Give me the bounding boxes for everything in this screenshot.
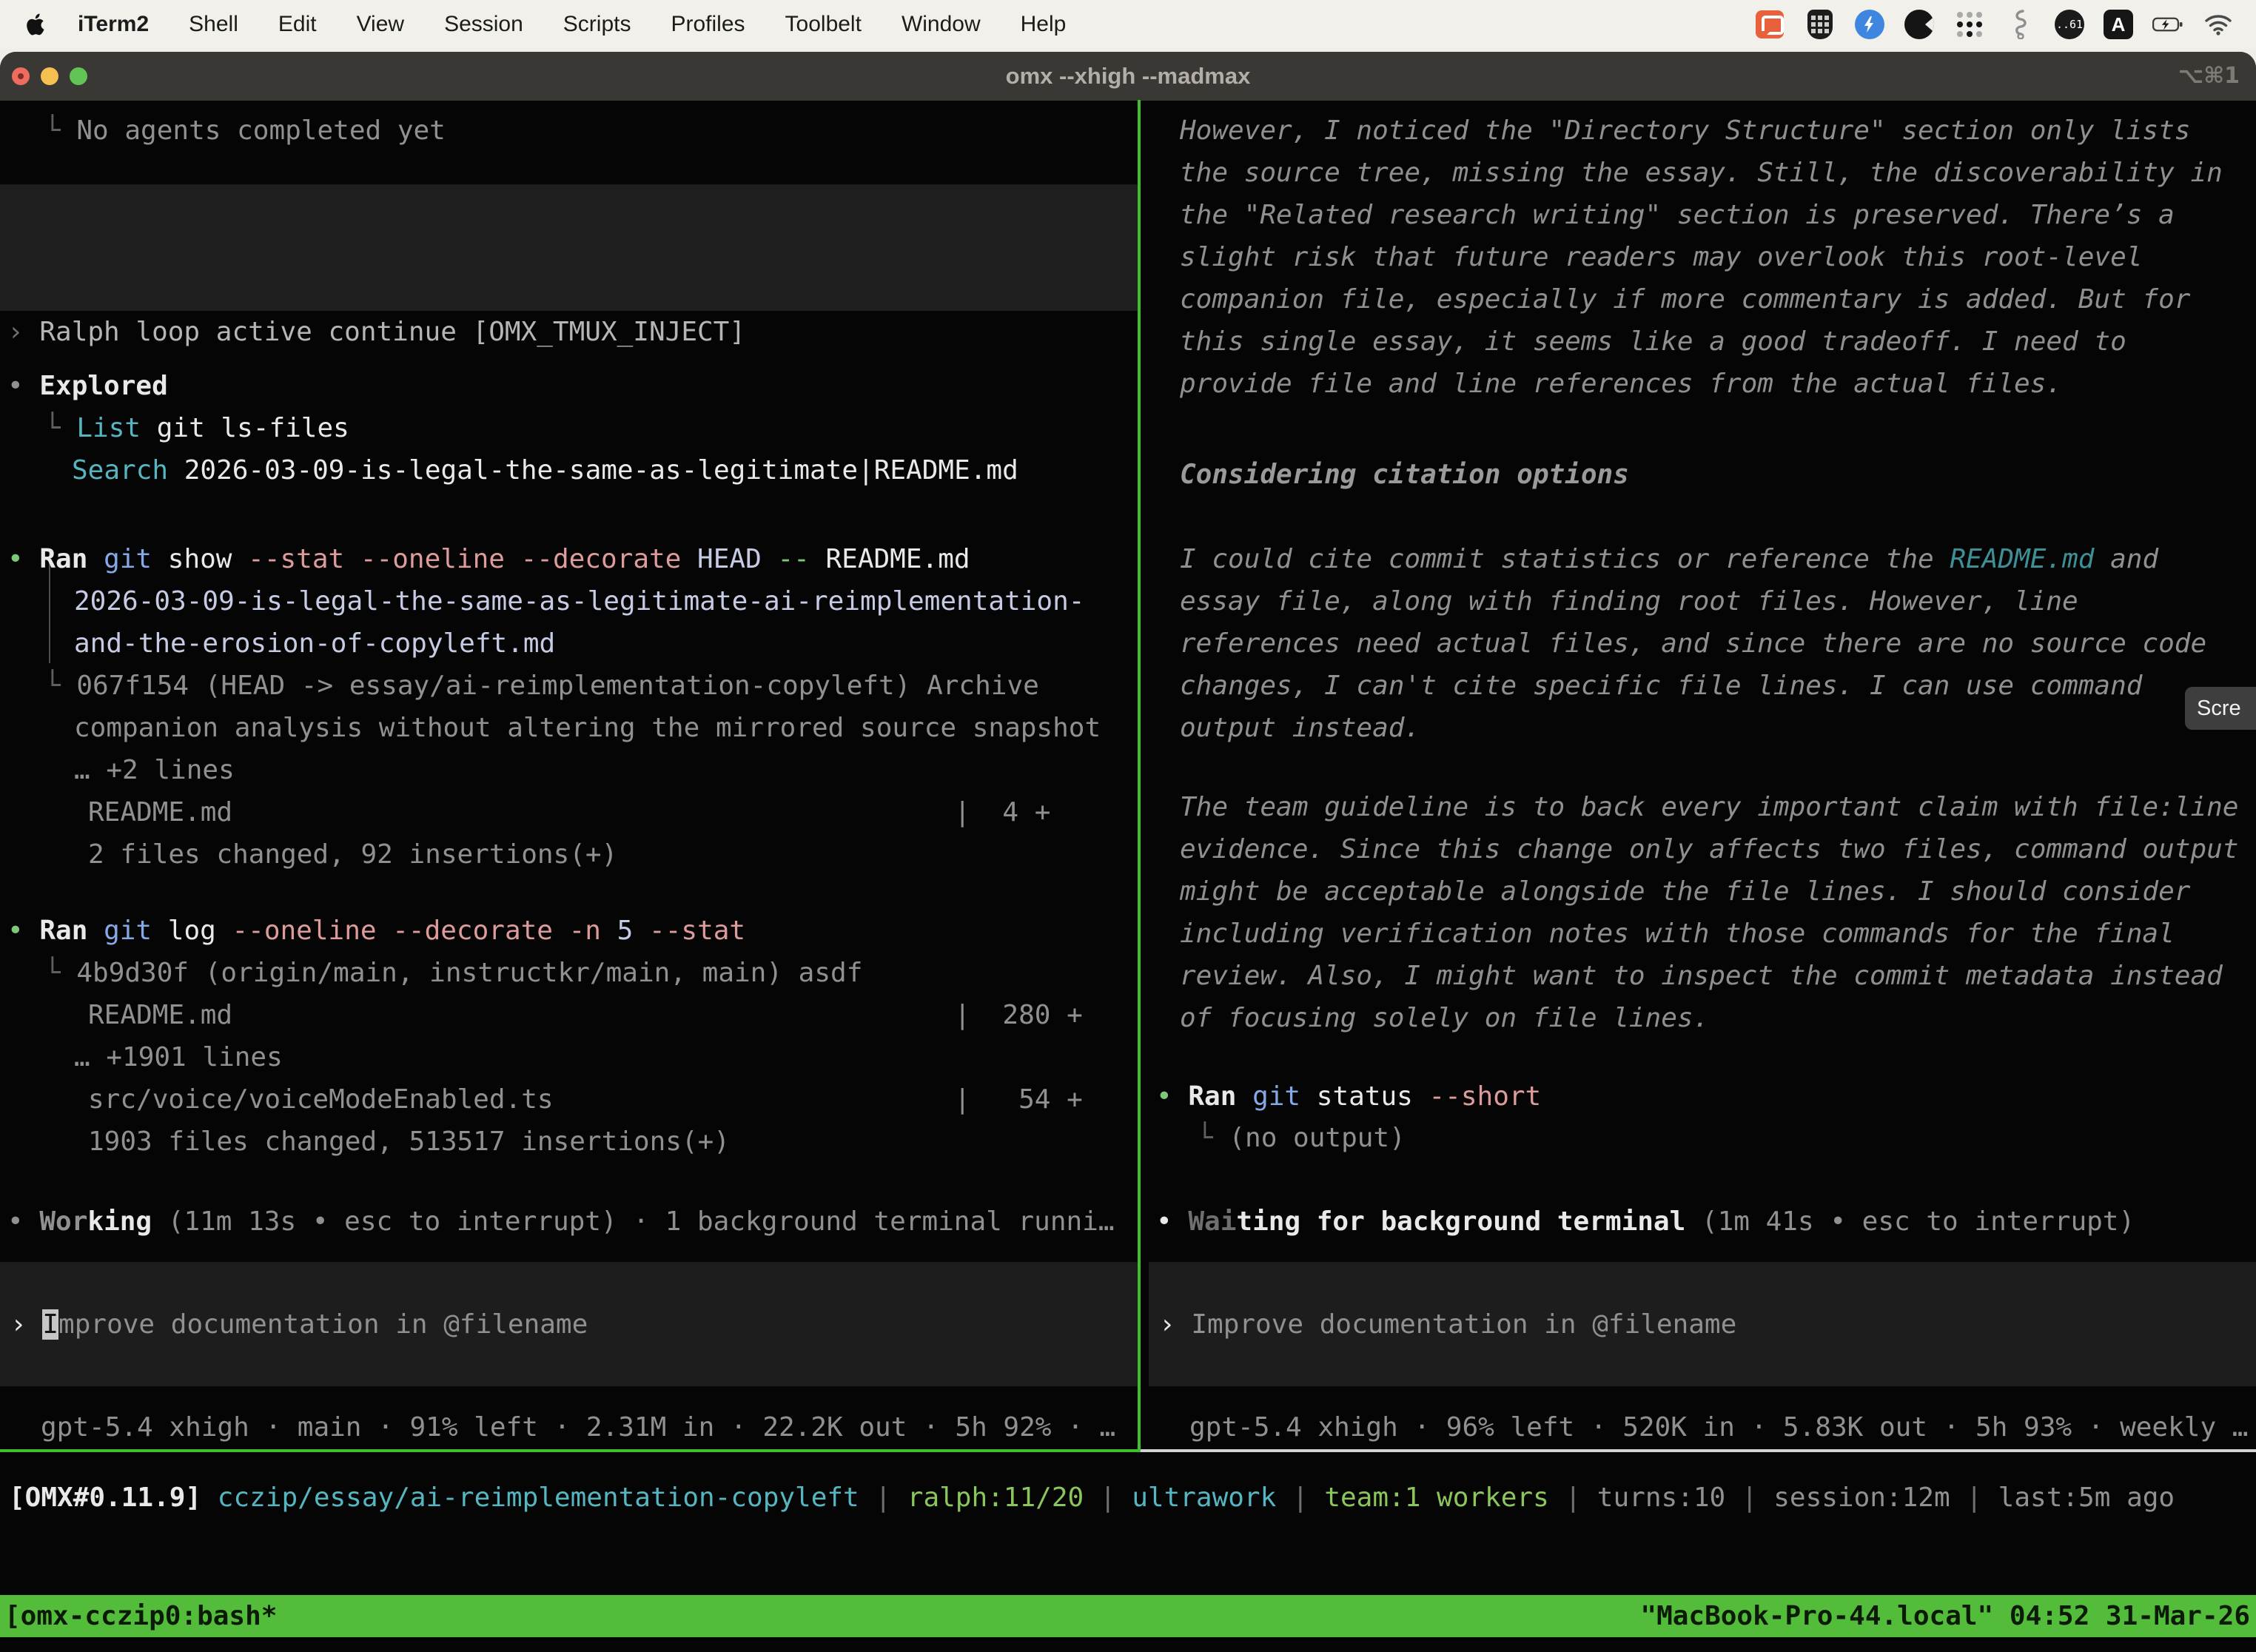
badge-icon[interactable] bbox=[1855, 10, 1884, 39]
ran-git-status-command: • Ran git status --short bbox=[1156, 1075, 1541, 1118]
menu-items: iTerm2ShellEditViewSessionScriptsProfile… bbox=[58, 0, 1086, 49]
menu-item-view[interactable]: View bbox=[337, 0, 424, 49]
menu-item-shell[interactable]: Shell bbox=[169, 0, 258, 49]
iterm-window: omx --xhigh --madmax ⌥⌘1 › Ralph loop ac… bbox=[0, 52, 2256, 1652]
log-stat-summary: 1903 files changed, 513517 insertions(+) bbox=[88, 1121, 730, 1163]
status-no-output: └ (no output) bbox=[1197, 1117, 1406, 1159]
battery-icon[interactable] bbox=[2152, 9, 2183, 40]
explored-list-line: └ List git ls-files bbox=[44, 407, 349, 449]
no-agents-line: └ No agents completed yet bbox=[44, 110, 446, 152]
window-title: omx --xhigh --madmax bbox=[0, 52, 2256, 101]
tmux-session-label: [omx-cczip0:bash* bbox=[0, 1595, 277, 1637]
show-arg-wrap-2: and-the-erosion-of-copyleft.md bbox=[74, 622, 555, 665]
squiggle-icon[interactable] bbox=[2004, 9, 2035, 40]
waiting-status-line: • Waiting for background terminal (1m 41… bbox=[1156, 1201, 2135, 1243]
para2-line-5: output instead. bbox=[1180, 707, 1420, 749]
terminal-pane-right[interactable]: However, I noticed the "Directory Struct… bbox=[1149, 100, 2256, 1449]
window-titlebar[interactable]: omx --xhigh --madmax ⌥⌘1 bbox=[0, 52, 2256, 101]
menu-item-profiles[interactable]: Profiles bbox=[651, 0, 765, 49]
screen-tooltip: Scre bbox=[2185, 687, 2256, 730]
explored-header: • Explored bbox=[7, 365, 168, 407]
window-shortcut-hint: ⌥⌘1 bbox=[2178, 52, 2240, 101]
apple-icon[interactable] bbox=[25, 11, 47, 38]
show-arg-wrap-1: 2026-03-09-is-legal-the-same-as-legitima… bbox=[74, 580, 1084, 622]
show-stat-summary: 2 files changed, 92 insertions(+) bbox=[88, 833, 617, 876]
session-stats-line: gpt-5.4 xhigh · main · 91% left · 2.31M … bbox=[41, 1406, 1115, 1448]
prompt-input-line: › Improve documentation in @filename bbox=[10, 1303, 588, 1346]
prompt-input-line: › Improve documentation in @filename bbox=[1159, 1303, 1736, 1346]
ralph-loop-banner-text: › Ralph loop active continue [OMX_TMUX_I… bbox=[7, 311, 745, 353]
menu-item-edit[interactable]: Edit bbox=[258, 0, 337, 49]
reasoning-paragraph-1: However, I noticed the "Directory Struct… bbox=[1180, 110, 2223, 405]
tmux-host-clock: "MacBook-Pro-44.local" 04:52 31-Mar-26 bbox=[1640, 1595, 2256, 1637]
para2-line-3: references need actual files, and since … bbox=[1180, 622, 2206, 665]
menu-status-icons: ..61 A bbox=[1754, 9, 2234, 40]
para2-line-4: changes, I can't cite specific file line… bbox=[1180, 665, 2142, 707]
ran-git-log-command: • Ran git log --oneline --decorate -n 5 … bbox=[7, 910, 745, 952]
omx-status-bar: [OMX#0.11.9] cczip/essay/ai-reimplementa… bbox=[9, 1477, 2244, 1519]
log-output-commit: └ 4b9d30f (origin/main, instructkr/main,… bbox=[44, 952, 862, 994]
input-source-icon[interactable]: A bbox=[2104, 10, 2133, 39]
menu-item-app[interactable]: iTerm2 bbox=[58, 0, 169, 49]
shield-icon[interactable] bbox=[1805, 9, 1836, 40]
menu-item-scripts[interactable]: Scripts bbox=[543, 0, 651, 49]
menu-item-toolbelt[interactable]: Toolbelt bbox=[765, 0, 882, 49]
reasoning-paragraph-3: The team guideline is to back every impo… bbox=[1180, 786, 2238, 1039]
ralph-loop-banner: › Ralph loop active continue [OMX_TMUX_I… bbox=[0, 184, 1138, 311]
working-status-line: • Working (11m 13s • esc to interrupt) ·… bbox=[7, 1201, 1115, 1243]
dots-grid-icon[interactable] bbox=[1954, 9, 1985, 40]
para2-line-2: essay file, along with finding root file… bbox=[1180, 580, 2078, 622]
show-output-more-lines: … +2 lines bbox=[74, 749, 235, 791]
pane-divider[interactable] bbox=[1138, 100, 1141, 1451]
tmux-status-bar: [omx-cczip0:bash* "MacBook-Pro-44.local"… bbox=[0, 1595, 2256, 1637]
log-output-more-lines: … +1901 lines bbox=[74, 1036, 283, 1078]
menu-item-session[interactable]: Session bbox=[424, 0, 543, 49]
camera-icon[interactable] bbox=[1904, 9, 1935, 40]
percent-badge-icon[interactable]: ..61 bbox=[2055, 10, 2084, 39]
pane-border-active bbox=[0, 1449, 1141, 1452]
text-cursor: I bbox=[42, 1309, 58, 1340]
show-stat-readme: README.md | 4 + bbox=[88, 791, 1050, 833]
pane-border-inactive bbox=[1141, 1449, 2256, 1452]
log-stat-voicemode: src/voice/voiceModeEnabled.ts | 54 + bbox=[88, 1078, 1083, 1121]
explored-search-line: Search 2026-03-09-is-legal-the-same-as-l… bbox=[72, 449, 1018, 491]
omx-status-line: [OMX#0.11.9] cczip/essay/ai-reimplementa… bbox=[9, 1477, 2175, 1519]
show-output-commit-wrap: companion analysis without altering the … bbox=[74, 707, 1101, 749]
show-output-commit: └ 067f154 (HEAD -> essay/ai-reimplementa… bbox=[44, 665, 1039, 707]
ran-git-show-command: • Ran git show --stat --oneline --decora… bbox=[7, 538, 970, 580]
menu-item-window[interactable]: Window bbox=[882, 0, 1001, 49]
chat-icon[interactable] bbox=[1754, 9, 1785, 40]
reasoning-heading: Considering citation options bbox=[1180, 454, 1629, 496]
session-stats-line: gpt-5.4 xhigh · 96% left · 520K in · 5.8… bbox=[1189, 1406, 2248, 1448]
menu-bar: iTerm2ShellEditViewSessionScriptsProfile… bbox=[0, 0, 2256, 49]
log-stat-readme: README.md | 280 + bbox=[88, 994, 1083, 1036]
para2-line-1: I could cite commit statistics or refere… bbox=[1180, 538, 2158, 580]
wifi-icon[interactable] bbox=[2203, 9, 2234, 40]
terminal-pane-left[interactable]: › Ralph loop active continue [OMX_TMUX_I… bbox=[0, 100, 1138, 1449]
menu-item-help[interactable]: Help bbox=[1001, 0, 1087, 49]
